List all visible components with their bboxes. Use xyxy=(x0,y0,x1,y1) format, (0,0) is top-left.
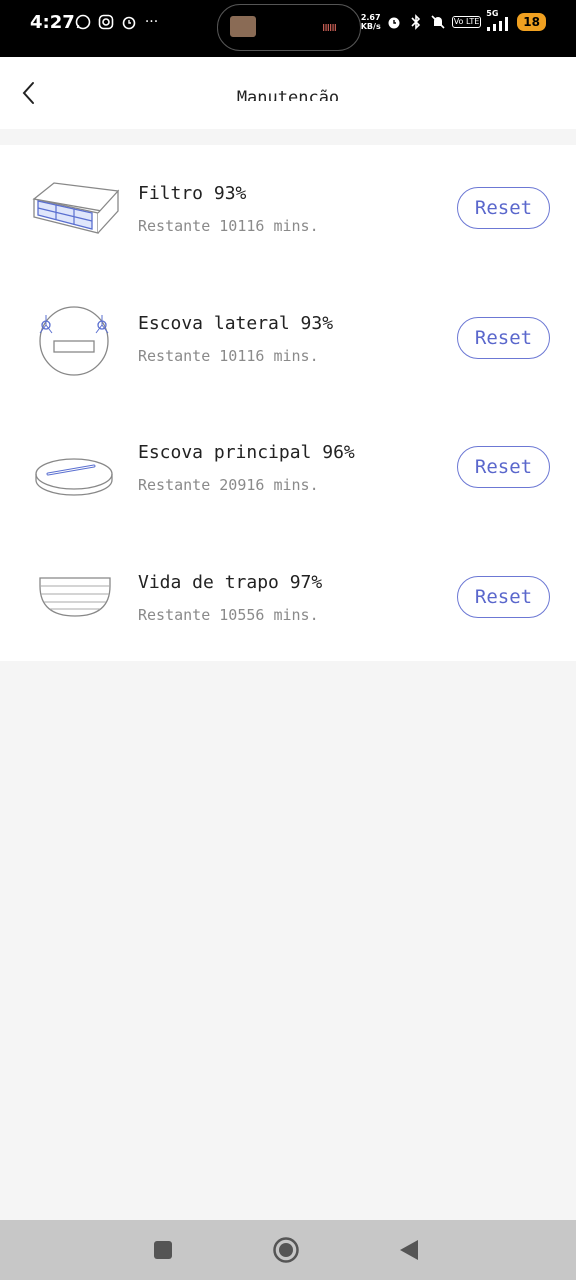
app-header: Manutenção xyxy=(0,57,576,129)
signal-icon xyxy=(487,17,509,31)
filter-icon xyxy=(30,175,120,245)
status-time: 4:27 xyxy=(30,12,75,33)
list-item-filter: Filtro 93% Restante 10116 mins. Reset xyxy=(0,145,576,274)
page-title: Manutenção xyxy=(236,88,340,101)
triangle-back-icon xyxy=(400,1240,418,1260)
bluetooth-icon xyxy=(408,13,425,31)
more-icon: ··· xyxy=(144,14,159,30)
network-speed-unit: KB/s xyxy=(360,22,381,31)
maintenance-list: Filtro 93% Restante 10116 mins. Reset Es… xyxy=(0,145,576,661)
list-item-side-brush: Escova lateral 93% Restante 10116 mins. … xyxy=(0,275,576,404)
home-circle-icon xyxy=(273,1237,299,1263)
dynamic-island[interactable]: ıııııı xyxy=(217,4,361,51)
list-item-main-brush: Escova principal 96% Restante 20916 mins… xyxy=(0,404,576,533)
audio-wave-icon: ıııııı xyxy=(322,20,337,34)
network-speed-value: 2.67 xyxy=(360,13,381,22)
signal-indicator: 5G xyxy=(486,9,512,31)
reset-button-filter[interactable]: Reset xyxy=(457,187,550,229)
item-remaining: Restante 10556 mins. xyxy=(138,606,319,624)
alarm-icon xyxy=(386,14,403,31)
whatsapp-icon xyxy=(74,14,91,31)
item-remaining: Restante 10116 mins. xyxy=(138,347,319,365)
system-icons: 2.67 KB/s Vo LTE 5G 18 xyxy=(361,9,546,31)
item-title: Escova lateral 93% xyxy=(138,313,334,334)
side-brush-icon xyxy=(30,305,120,376)
main-brush-icon xyxy=(30,434,120,504)
reset-button-main-brush[interactable]: Reset xyxy=(457,446,550,488)
back-nav-button[interactable] xyxy=(379,1220,439,1280)
home-button[interactable] xyxy=(256,1220,316,1280)
mute-icon xyxy=(430,14,447,31)
battery-indicator: 18 xyxy=(517,13,546,31)
item-title: Filtro 93% xyxy=(138,183,247,204)
alarm-icon xyxy=(120,14,137,31)
recents-button[interactable] xyxy=(133,1220,193,1280)
item-remaining: Restante 20916 mins. xyxy=(138,476,319,494)
item-remaining: Restante 10116 mins. xyxy=(138,217,319,235)
network-speed: 2.67 KB/s xyxy=(361,13,381,31)
system-navigation-bar xyxy=(0,1220,576,1280)
volte-badge: Vo LTE xyxy=(451,16,482,28)
media-thumbnail xyxy=(230,16,256,37)
reset-button-mop[interactable]: Reset xyxy=(457,576,550,618)
instagram-icon xyxy=(97,14,114,31)
mop-icon xyxy=(30,564,120,634)
reset-button-side-brush[interactable]: Reset xyxy=(457,317,550,359)
notification-icons: ··· xyxy=(74,14,160,31)
item-title: Vida de trapo 97% xyxy=(138,572,323,593)
list-item-mop: Vida de trapo 97% Restante 10556 mins. R… xyxy=(0,534,576,663)
status-bar: 4:27 ··· ıııııı 2.67 KB/s Vo LTE 5G 18 xyxy=(0,0,576,57)
item-title: Escova principal 96% xyxy=(138,442,355,463)
square-icon xyxy=(154,1241,172,1259)
